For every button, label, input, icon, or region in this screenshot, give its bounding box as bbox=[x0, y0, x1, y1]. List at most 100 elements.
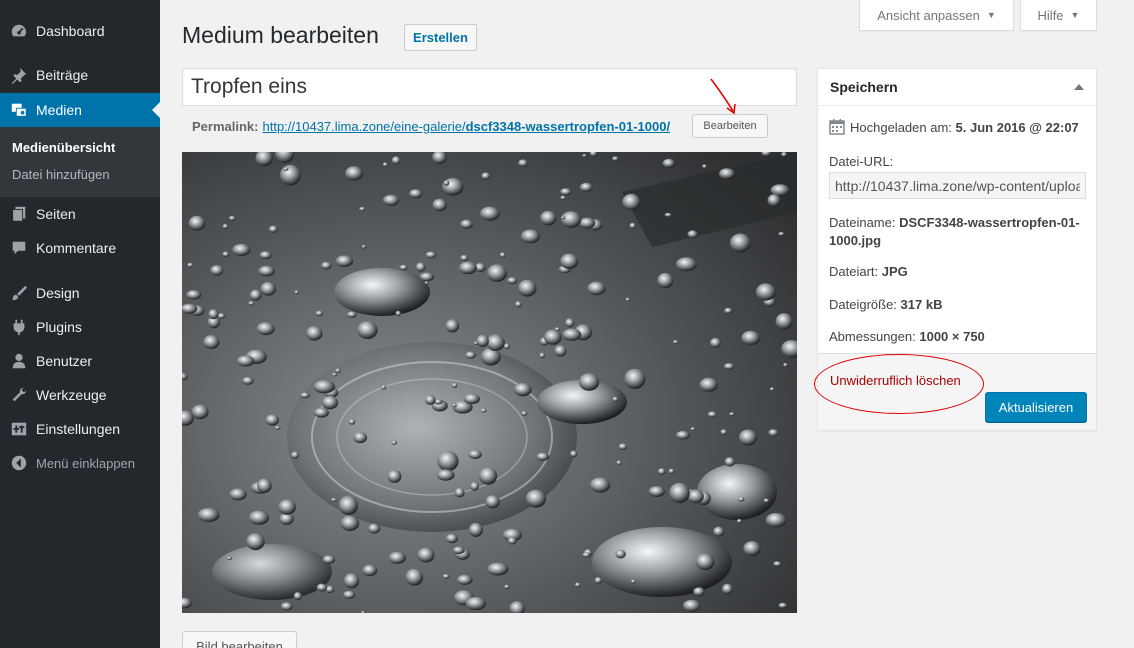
sidebar-item-posts[interactable]: Beiträge bbox=[0, 58, 160, 92]
toggle-up-icon[interactable] bbox=[1074, 84, 1084, 90]
water-droplet bbox=[187, 262, 194, 268]
submenu-media-library[interactable]: Medienübersicht bbox=[12, 140, 115, 155]
water-droplet bbox=[331, 372, 338, 377]
water-droplet bbox=[579, 217, 596, 229]
sidebar-item-label: Design bbox=[36, 285, 80, 301]
caret-down-icon: ▼ bbox=[986, 10, 996, 20]
sidebar-item-pages[interactable]: Seiten bbox=[0, 197, 160, 231]
water-droplet bbox=[368, 523, 381, 534]
water-droplet bbox=[560, 211, 582, 228]
water-droplet bbox=[560, 195, 566, 200]
water-droplet bbox=[657, 468, 666, 475]
water-droplet bbox=[737, 496, 745, 502]
water-droplet bbox=[480, 408, 487, 413]
water-droplet bbox=[669, 482, 690, 503]
water-droplet bbox=[217, 313, 226, 319]
water-droplet bbox=[625, 297, 631, 302]
water-droplet bbox=[258, 265, 275, 277]
water-droplet bbox=[321, 261, 332, 270]
water-droplet bbox=[768, 429, 779, 437]
water-droplet bbox=[476, 334, 489, 348]
title-input[interactable] bbox=[182, 68, 797, 106]
sidebar-item-label: Benutzer bbox=[36, 353, 93, 369]
water-droplet bbox=[249, 289, 262, 301]
water-droplet bbox=[362, 564, 378, 576]
water-droplet bbox=[507, 537, 517, 545]
save-metabox-header[interactable]: Speichern bbox=[818, 69, 1096, 106]
water-droplet bbox=[682, 599, 701, 612]
water-droplet bbox=[382, 194, 400, 206]
sidebar-item-design[interactable]: Design bbox=[0, 276, 160, 310]
sidebar-item-plugins[interactable]: Plugins bbox=[0, 310, 160, 344]
sidebar-item-comments[interactable]: Kommentare bbox=[0, 231, 160, 265]
water-droplet bbox=[763, 498, 770, 503]
sidebar-item-label: Plugins bbox=[36, 319, 82, 335]
water-droplet bbox=[460, 219, 473, 229]
water-droplet bbox=[648, 486, 665, 497]
water-droplet bbox=[525, 489, 547, 508]
water-droplet bbox=[463, 393, 480, 405]
sidebar-item-label: Einstellungen bbox=[36, 421, 121, 437]
file-url-label: Datei-URL: bbox=[829, 154, 894, 169]
water-droplet bbox=[279, 512, 294, 525]
water-droplet bbox=[755, 283, 776, 301]
permalink-link[interactable]: http://10437.lima.zone/eine-galerie/dscf… bbox=[262, 119, 670, 134]
water-droplet bbox=[713, 526, 724, 537]
water-droplet bbox=[743, 541, 761, 557]
filename-info: Dateiname: DSCF3348-wassertropfen-01-100… bbox=[829, 214, 1091, 250]
permalink-edit-button[interactable]: Bearbeiten bbox=[692, 114, 768, 138]
water-droplet bbox=[479, 206, 500, 221]
filesize-info: Dateigröße: 317 kB bbox=[829, 297, 942, 312]
water-droplet bbox=[279, 164, 301, 186]
water-droplet bbox=[513, 383, 532, 397]
delete-permanently-link[interactable]: Unwiderruflich löschen bbox=[830, 373, 961, 388]
permalink-row: Permalink: http://10437.lima.zone/eine-g… bbox=[192, 119, 670, 134]
water-droplet bbox=[417, 547, 435, 563]
filename-label: Dateiname: bbox=[829, 215, 896, 230]
pushpin-icon bbox=[9, 65, 29, 85]
submenu-add-file[interactable]: Datei hinzufügen bbox=[12, 167, 110, 182]
sidebar-item-settings[interactable]: Einstellungen bbox=[0, 412, 160, 446]
water-droplet bbox=[391, 156, 401, 165]
water-droplet bbox=[668, 468, 675, 474]
water-droplet bbox=[560, 188, 572, 196]
water-droplet bbox=[322, 555, 335, 564]
sidebar-item-tools[interactable]: Werkzeuge bbox=[0, 378, 160, 412]
water-droplet bbox=[208, 309, 219, 320]
water-droplet bbox=[315, 310, 324, 317]
water-droplet bbox=[343, 590, 356, 599]
water-droplet bbox=[460, 254, 469, 262]
media-submenu: Medienübersicht Datei hinzufügen bbox=[0, 127, 160, 197]
water-droplet bbox=[783, 362, 788, 368]
water-droplet bbox=[452, 546, 465, 555]
water-droplet bbox=[265, 414, 279, 426]
update-button[interactable]: Aktualisieren bbox=[985, 392, 1087, 422]
create-button[interactable]: Erstellen bbox=[404, 24, 477, 51]
water-droplet bbox=[343, 573, 360, 589]
page-title: Medium bearbeiten bbox=[182, 22, 379, 48]
water-droplet bbox=[468, 522, 483, 537]
file-url-input[interactable] bbox=[829, 172, 1086, 199]
water-droplet bbox=[612, 396, 619, 402]
water-droplet bbox=[724, 307, 733, 314]
collapse-menu-button[interactable]: Menü einklappen bbox=[0, 446, 160, 480]
water-droplet bbox=[582, 154, 587, 158]
sidebar-item-dashboard[interactable]: Dashboard bbox=[0, 14, 160, 48]
water-droplet bbox=[445, 533, 458, 544]
water-droplet bbox=[570, 450, 578, 458]
sidebar-item-media[interactable]: Medien bbox=[0, 93, 160, 127]
permalink-label: Permalink: bbox=[192, 119, 259, 134]
help-label: Hilfe bbox=[1037, 7, 1064, 23]
edit-image-button[interactable]: Bild bearbeiten bbox=[182, 631, 297, 648]
permalink-base[interactable]: http://10437.lima.zone/eine-galerie/ bbox=[262, 119, 465, 134]
caret-down-icon: ▼ bbox=[1070, 10, 1080, 20]
water-droplet bbox=[775, 313, 793, 330]
water-droplet bbox=[226, 556, 233, 560]
help-button[interactable]: Hilfe ▼ bbox=[1020, 0, 1097, 31]
water-droplet bbox=[419, 272, 435, 282]
water-droplet bbox=[699, 377, 718, 392]
sidebar-item-users[interactable]: Benutzer bbox=[0, 344, 160, 378]
permalink-slug[interactable]: dscf3348-wassertropfen-01-1000/ bbox=[466, 119, 671, 134]
screen-options-button[interactable]: Ansicht anpassen ▼ bbox=[859, 0, 1014, 31]
water-droplet bbox=[357, 321, 378, 339]
